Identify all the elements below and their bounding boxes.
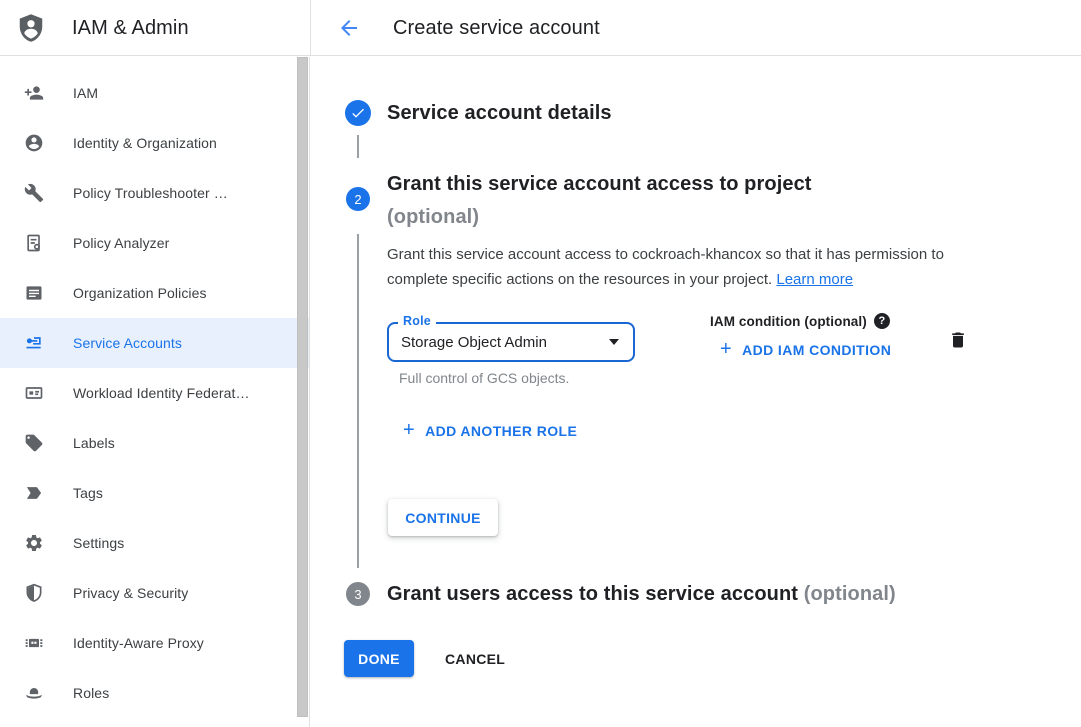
sidebar-item-label: Service Accounts	[73, 335, 182, 351]
add-another-role-label: ADD ANOTHER ROLE	[425, 423, 577, 439]
sidebar-nav: IAM Identity & Organization Policy Troub…	[0, 57, 310, 727]
sidebar-item-iam[interactable]: IAM	[0, 68, 309, 118]
sidebar-item-organization-policies[interactable]: Organization Policies	[0, 268, 309, 318]
sidebar-item-label: Tags	[73, 485, 103, 501]
step2-optional-label: (optional)	[387, 201, 812, 234]
sidebar-item-label: Workload Identity Federat…	[73, 385, 250, 401]
help-icon[interactable]: ?	[874, 313, 890, 329]
sidebar-scrollbar[interactable]	[297, 57, 308, 717]
wrench-icon	[24, 183, 44, 203]
sidebar-item-label: Policy Analyzer	[73, 235, 169, 251]
step2-number-badge: 2	[346, 187, 370, 211]
label-tag-icon	[24, 433, 44, 453]
badge-card-icon	[24, 383, 44, 403]
add-iam-condition-button[interactable]: + ADD IAM CONDITION	[720, 342, 891, 358]
iam-admin-screen: IAM & Admin Create service account IAM I…	[0, 0, 1081, 727]
app-header: IAM & Admin	[0, 0, 311, 56]
sidebar-item-label: Settings	[73, 535, 124, 551]
done-button[interactable]: DONE	[344, 640, 414, 677]
step3-heading: Grant users access to this service accou…	[387, 582, 896, 607]
sidebar-item-settings[interactable]: Settings	[0, 518, 309, 568]
role-select[interactable]: Role Storage Object Admin	[387, 322, 635, 362]
sidebar-item-policy-analyzer[interactable]: Policy Analyzer	[0, 218, 309, 268]
document-search-icon	[24, 233, 44, 253]
chevron-down-icon	[609, 339, 619, 345]
sidebar-item-label: Roles	[73, 685, 109, 701]
sidebar-item-privacy-security[interactable]: Privacy & Security	[0, 568, 309, 618]
step2-title: Grant this service account access to pro…	[387, 168, 812, 201]
sidebar-item-label: Organization Policies	[73, 285, 207, 301]
step2-description: Grant this service account access to coc…	[387, 242, 981, 292]
step1-title[interactable]: Service account details	[387, 100, 612, 126]
sidebar-item-service-accounts[interactable]: Service Accounts	[0, 318, 309, 368]
plus-icon: +	[720, 342, 732, 356]
sidebar-item-labels[interactable]: Labels	[0, 418, 309, 468]
hat-icon	[24, 683, 44, 703]
role-helper-text: Full control of GCS objects.	[399, 370, 569, 386]
learn-more-link[interactable]: Learn more	[776, 271, 853, 288]
sidebar-item-label: Labels	[73, 435, 115, 451]
sidebar-item-tags[interactable]: Tags	[0, 468, 309, 518]
sidebar-item-label: Identity-Aware Proxy	[73, 635, 204, 651]
step3-number-badge: 3	[346, 582, 370, 606]
role-field-label: Role	[398, 314, 436, 328]
add-another-role-button[interactable]: + ADD ANOTHER ROLE	[403, 423, 577, 439]
sidebar-item-label: Policy Troubleshooter …	[73, 185, 228, 201]
add-iam-condition-label: ADD IAM CONDITION	[742, 342, 891, 358]
delete-role-trash-icon[interactable]	[948, 328, 970, 352]
iam-condition-label: IAM condition (optional)	[710, 314, 867, 329]
step3-optional-label: (optional)	[804, 583, 896, 605]
iam-shield-logo-icon	[16, 13, 46, 43]
top-bar: IAM & Admin Create service account	[0, 0, 1081, 56]
sidebar-item-label: Identity & Organization	[73, 135, 217, 151]
app-title: IAM & Admin	[72, 17, 189, 40]
sidebar-item-roles[interactable]: Roles	[0, 668, 309, 718]
cancel-button[interactable]: CANCEL	[429, 640, 521, 677]
create-service-account-form: Service account details 2 Grant this ser…	[311, 56, 1081, 727]
role-selected-value: Storage Object Admin	[401, 334, 547, 351]
person-add-icon	[24, 83, 44, 103]
sidebar-item-label: Privacy & Security	[73, 585, 188, 601]
back-arrow-icon[interactable]	[337, 16, 361, 40]
sidebar-item-workload-identity-federation[interactable]: Workload Identity Federat…	[0, 368, 309, 418]
stepper-connector-line	[357, 234, 359, 568]
plus-icon: +	[403, 423, 415, 437]
sidebar-item-policy-troubleshooter[interactable]: Policy Troubleshooter …	[0, 168, 309, 218]
sidebar-item-label: IAM	[73, 85, 98, 101]
page-title: Create service account	[393, 17, 600, 40]
step2-heading: Grant this service account access to pro…	[387, 168, 812, 234]
step1-complete-check-icon	[345, 100, 371, 126]
stepper-connector-line	[357, 135, 359, 158]
iam-condition-label-row: IAM condition (optional) ?	[710, 313, 890, 329]
page-header: Create service account	[311, 0, 1081, 56]
step3-title: Grant users access to this service accou…	[387, 583, 798, 605]
document-list-icon	[24, 283, 44, 303]
sidebar-item-identity-aware-proxy[interactable]: Identity-Aware Proxy	[0, 618, 309, 668]
account-circle-icon	[24, 133, 44, 153]
service-account-key-icon	[24, 333, 44, 353]
tag-arrow-icon	[24, 483, 44, 503]
continue-button[interactable]: CONTINUE	[388, 499, 498, 536]
sidebar-item-identity-organization[interactable]: Identity & Organization	[0, 118, 309, 168]
step2-description-text: Grant this service account access to coc…	[387, 246, 944, 288]
gear-icon	[24, 533, 44, 553]
shield-icon	[24, 583, 44, 603]
proxy-grid-icon	[24, 633, 44, 653]
